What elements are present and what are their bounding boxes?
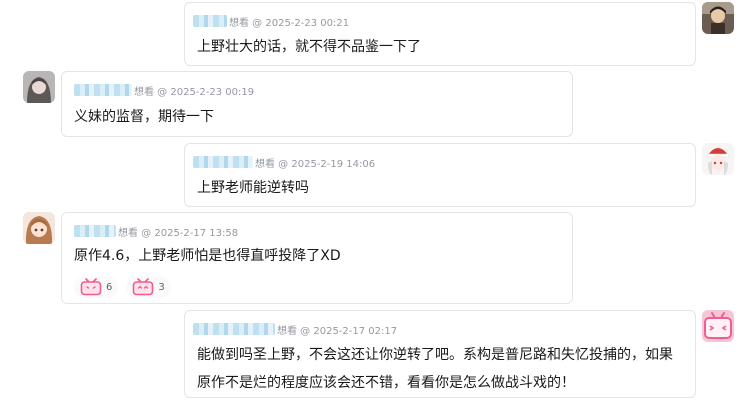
avatar-gray-girl-icon — [23, 71, 55, 103]
comment-meta: 想看 @ 2025-2-23 00:19 — [74, 83, 255, 98]
comment-text: 义妹的监督，期待一下 — [74, 109, 214, 125]
user-avatar[interactable] — [23, 71, 55, 103]
comment-meta-text: 想看 @ 2025-2-23 00:19 — [134, 86, 255, 98]
blurred-username — [193, 15, 227, 27]
blurred-username — [193, 156, 253, 168]
comment-text: 能做到吗圣上野，不会这还让你逆转了吧。系构是普尼路和失忆投捕的，如果原作不是烂的… — [197, 347, 673, 391]
blurred-username — [74, 225, 116, 237]
bilibili-tv-icon — [133, 278, 154, 296]
user-avatar[interactable] — [702, 143, 734, 175]
avatar-brown-hair-girl-icon — [23, 212, 55, 244]
comment-meta-text: 想看 @ 2025-2-19 14:06 — [255, 158, 376, 170]
reaction-count: 3 — [158, 281, 165, 293]
avatar-pink-tv-icon — [702, 310, 734, 342]
comment-meta: 想看 @ 2025-2-17 02:17 — [193, 322, 398, 337]
comment-bubble: 想看 @ 2025-2-17 13:58 原作4.6，上野老师怕是也得直呼投降了… — [61, 212, 573, 304]
comment-text: 原作4.6，上野老师怕是也得直呼投降了XD — [74, 248, 341, 264]
blurred-username — [193, 323, 275, 335]
comment-meta: 想看 @ 2025-2-23 00:21 — [193, 14, 350, 29]
comment-meta-text: 想看 @ 2025-2-23 00:21 — [229, 17, 350, 29]
comment-bubble: 想看 @ 2025-2-23 00:21 上野壮大的话，就不得不品鉴一下了 — [184, 2, 696, 66]
comment-meta-text: 想看 @ 2025-2-17 02:17 — [277, 325, 398, 337]
reaction-button[interactable]: 6 — [74, 276, 119, 298]
user-avatar[interactable] — [702, 2, 734, 34]
reaction-count: 6 — [106, 281, 113, 293]
comment-bubble: 想看 @ 2025-2-23 00:19 义妹的监督，期待一下 — [61, 71, 573, 137]
reaction-bar: 6 3 — [74, 276, 171, 298]
comment-list: 想看 @ 2025-2-23 00:21 上野壮大的话，就不得不品鉴一下了 想看… — [0, 0, 747, 406]
comment-text: 上野老师能逆转吗 — [197, 180, 309, 196]
user-avatar[interactable] — [702, 310, 734, 342]
avatar-santa-girl-icon — [702, 143, 734, 175]
bilibili-tv-icon — [80, 278, 102, 296]
comment-text: 上野壮大的话，就不得不品鉴一下了 — [197, 39, 421, 55]
blurred-username — [74, 84, 132, 96]
comment-bubble: 想看 @ 2025-2-17 02:17 能做到吗圣上野，不会这还让你逆转了吧。… — [184, 310, 696, 398]
comment-bubble: 想看 @ 2025-2-19 14:06 上野老师能逆转吗 — [184, 143, 696, 207]
comment-meta: 想看 @ 2025-2-17 13:58 — [74, 224, 239, 239]
user-avatar[interactable] — [23, 212, 55, 244]
reaction-button[interactable]: 3 — [126, 276, 171, 298]
comment-meta-text: 想看 @ 2025-2-17 13:58 — [118, 227, 239, 239]
comment-meta: 想看 @ 2025-2-19 14:06 — [193, 155, 376, 170]
avatar-dark-figure-icon — [702, 2, 734, 34]
